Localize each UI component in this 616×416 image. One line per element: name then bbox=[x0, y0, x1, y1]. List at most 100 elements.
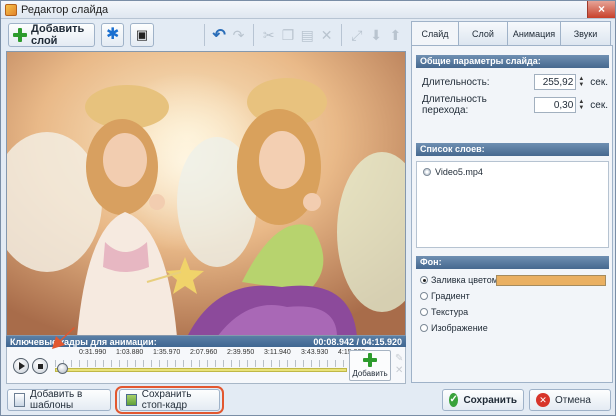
cancel-icon: ✕ bbox=[536, 393, 550, 407]
spinner-icon[interactable]: ▲ ▼ bbox=[578, 99, 584, 111]
spinner-icon[interactable]: ▲ ▼ bbox=[578, 76, 584, 88]
tab-layer[interactable]: Слой bbox=[458, 21, 508, 45]
duration-label: Длительность: bbox=[422, 76, 490, 88]
timeline-tick-label: 3:11.940 bbox=[264, 349, 291, 356]
timeline-tick-label: 2:07.960 bbox=[190, 349, 218, 356]
slide-tab-content: Общие параметры слайда: Длительность: 25… bbox=[411, 45, 613, 383]
fill-color-swatch[interactable] bbox=[496, 275, 606, 286]
preview-image bbox=[7, 52, 405, 335]
stop-icon bbox=[37, 363, 43, 369]
save-snapshot-label: Сохранить стоп-кадр bbox=[141, 389, 192, 411]
delete-icon: ✕ bbox=[320, 26, 333, 43]
copy-icon: ❐ bbox=[281, 26, 295, 43]
image-icon bbox=[126, 394, 137, 406]
fit-icon: ⤢ bbox=[351, 26, 363, 43]
tab-sounds[interactable]: Звуки bbox=[560, 21, 611, 45]
timeline-tick-label: 1:35.970 bbox=[153, 349, 181, 356]
bg-option-label: Заливка цветом bbox=[431, 275, 498, 285]
add-to-templates-button[interactable]: Добавить в шаблоны bbox=[7, 389, 111, 411]
redo-button[interactable]: ↷ bbox=[229, 24, 248, 46]
toolbar-divider bbox=[203, 24, 205, 46]
move-down-button[interactable]: ⬇ bbox=[366, 24, 385, 46]
save-button[interactable]: ✓ Сохранить bbox=[442, 389, 524, 411]
layer-item[interactable]: Video5.mp4 bbox=[423, 167, 483, 177]
tab-strip: Слайд Слой Анимация Звуки bbox=[411, 21, 613, 46]
save-snapshot-button[interactable]: Сохранить стоп-кадр bbox=[119, 389, 220, 411]
fit-button[interactable]: ⤢ bbox=[347, 24, 366, 46]
duration-input[interactable]: 255,92 ▲ ▼ bbox=[533, 74, 584, 90]
transition-value: 0,30 bbox=[553, 99, 574, 111]
timeline-tick-label: 1:03.880 bbox=[116, 349, 144, 356]
mask-button[interactable]: ▣ bbox=[130, 23, 154, 47]
play-button[interactable] bbox=[13, 358, 29, 374]
app-icon bbox=[5, 3, 17, 16]
undo-button[interactable]: ↶ bbox=[210, 24, 229, 46]
bg-option-fill[interactable]: Заливка цветом bbox=[420, 275, 498, 285]
cut-icon: ✂ bbox=[262, 26, 275, 43]
timeline-panel: 0:31.990 1:03.880 1:35.970 2:07.960 2:39.950… bbox=[6, 347, 406, 384]
radio[interactable] bbox=[420, 292, 428, 300]
close-window-button[interactable]: × bbox=[587, 1, 615, 18]
radio-selected[interactable] bbox=[420, 276, 428, 284]
add-layer-label: Добавить слой bbox=[31, 23, 85, 47]
move-up-button[interactable]: ⬆ bbox=[386, 24, 405, 46]
radio[interactable] bbox=[420, 308, 428, 316]
bg-option-label: Текстура bbox=[431, 307, 469, 317]
delete-keyframe-icon[interactable]: ✕ bbox=[395, 365, 403, 377]
duration-row: Длительность: 255,92 ▲ ▼ сек. bbox=[422, 74, 608, 90]
timeline-ruler bbox=[55, 360, 347, 367]
radio[interactable] bbox=[420, 324, 428, 332]
redo-icon: ↷ bbox=[232, 26, 245, 43]
title-bar: Редактор слайда × bbox=[1, 1, 615, 19]
save-label: Сохранить bbox=[463, 394, 517, 406]
add-keyframe-button[interactable]: Добавить bbox=[349, 350, 391, 381]
keyframes-header: Ключевые кадры для анимации: 00:08.942 /… bbox=[6, 336, 406, 347]
layer-name: Video5.mp4 bbox=[435, 167, 483, 177]
effects-button[interactable]: ✱ bbox=[101, 23, 125, 47]
add-keyframe-label: Добавить bbox=[352, 369, 388, 378]
cancel-button[interactable]: ✕ Отмена bbox=[529, 389, 611, 411]
timeline-tick-label: 0:31.990 bbox=[79, 349, 107, 356]
keyframes-label: Ключевые кадры для анимации: bbox=[10, 336, 157, 347]
duration-value: 255,92 bbox=[542, 76, 574, 88]
template-icon bbox=[14, 393, 26, 407]
properties-panel: Слайд Слой Анимация Звуки Общие параметр… bbox=[411, 21, 613, 383]
time-display: 00:08.942 / 04:15.920 bbox=[313, 336, 402, 347]
timeline-tick-label: 2:39.950 bbox=[227, 349, 255, 356]
transition-input[interactable]: 0,30 ▲ ▼ bbox=[533, 97, 584, 113]
delete-button[interactable]: ✕ bbox=[317, 24, 336, 46]
edit-keyframe-icon[interactable]: ✎ bbox=[395, 353, 403, 365]
timeline-track[interactable] bbox=[55, 368, 347, 372]
cut-button[interactable]: ✂ bbox=[259, 24, 278, 46]
keyframe-side-tools: ✎ ✕ bbox=[395, 353, 403, 377]
toolbar-divider bbox=[253, 24, 255, 46]
add-to-templates-label: Добавить в шаблоны bbox=[30, 389, 83, 411]
timeline-playhead[interactable] bbox=[57, 363, 68, 374]
add-layer-button[interactable]: Добавить слой bbox=[8, 23, 96, 47]
slide-editor-window: Редактор слайда × Добавить слой ✱ ▣ ↶ ↷ … bbox=[0, 0, 616, 416]
plus-icon bbox=[363, 353, 377, 367]
transition-row: Длительность перехода: 0,30 ▲ ▼ сек. bbox=[422, 94, 608, 116]
plus-icon bbox=[13, 28, 27, 42]
play-icon bbox=[19, 362, 25, 370]
layer-bullet-icon bbox=[423, 168, 431, 176]
check-icon: ✓ bbox=[449, 393, 459, 407]
bg-option-texture[interactable]: Текстура bbox=[420, 307, 468, 317]
bg-option-image[interactable]: Изображение bbox=[420, 323, 488, 333]
tab-animation[interactable]: Анимация bbox=[507, 21, 561, 45]
copy-button[interactable]: ❐ bbox=[278, 24, 297, 46]
layers-list: Video5.mp4 bbox=[416, 161, 609, 248]
move-down-icon: ⬇ bbox=[370, 26, 382, 43]
stop-button[interactable] bbox=[32, 358, 48, 374]
bg-option-label: Градиент bbox=[431, 291, 470, 301]
tab-slide[interactable]: Слайд bbox=[411, 21, 459, 46]
background-header: Фон: bbox=[416, 256, 609, 269]
layers-header: Список слоев: bbox=[416, 143, 609, 156]
cancel-label: Отмена bbox=[555, 394, 591, 406]
paste-icon: ▤ bbox=[300, 26, 314, 43]
move-up-icon: ⬆ bbox=[389, 26, 402, 43]
paste-button[interactable]: ▤ bbox=[298, 24, 317, 46]
slide-preview[interactable] bbox=[6, 51, 406, 336]
bg-option-gradient[interactable]: Градиент bbox=[420, 291, 470, 301]
bottom-bar: Добавить в шаблоны Сохранить стоп-кадр ✓… bbox=[1, 386, 615, 415]
